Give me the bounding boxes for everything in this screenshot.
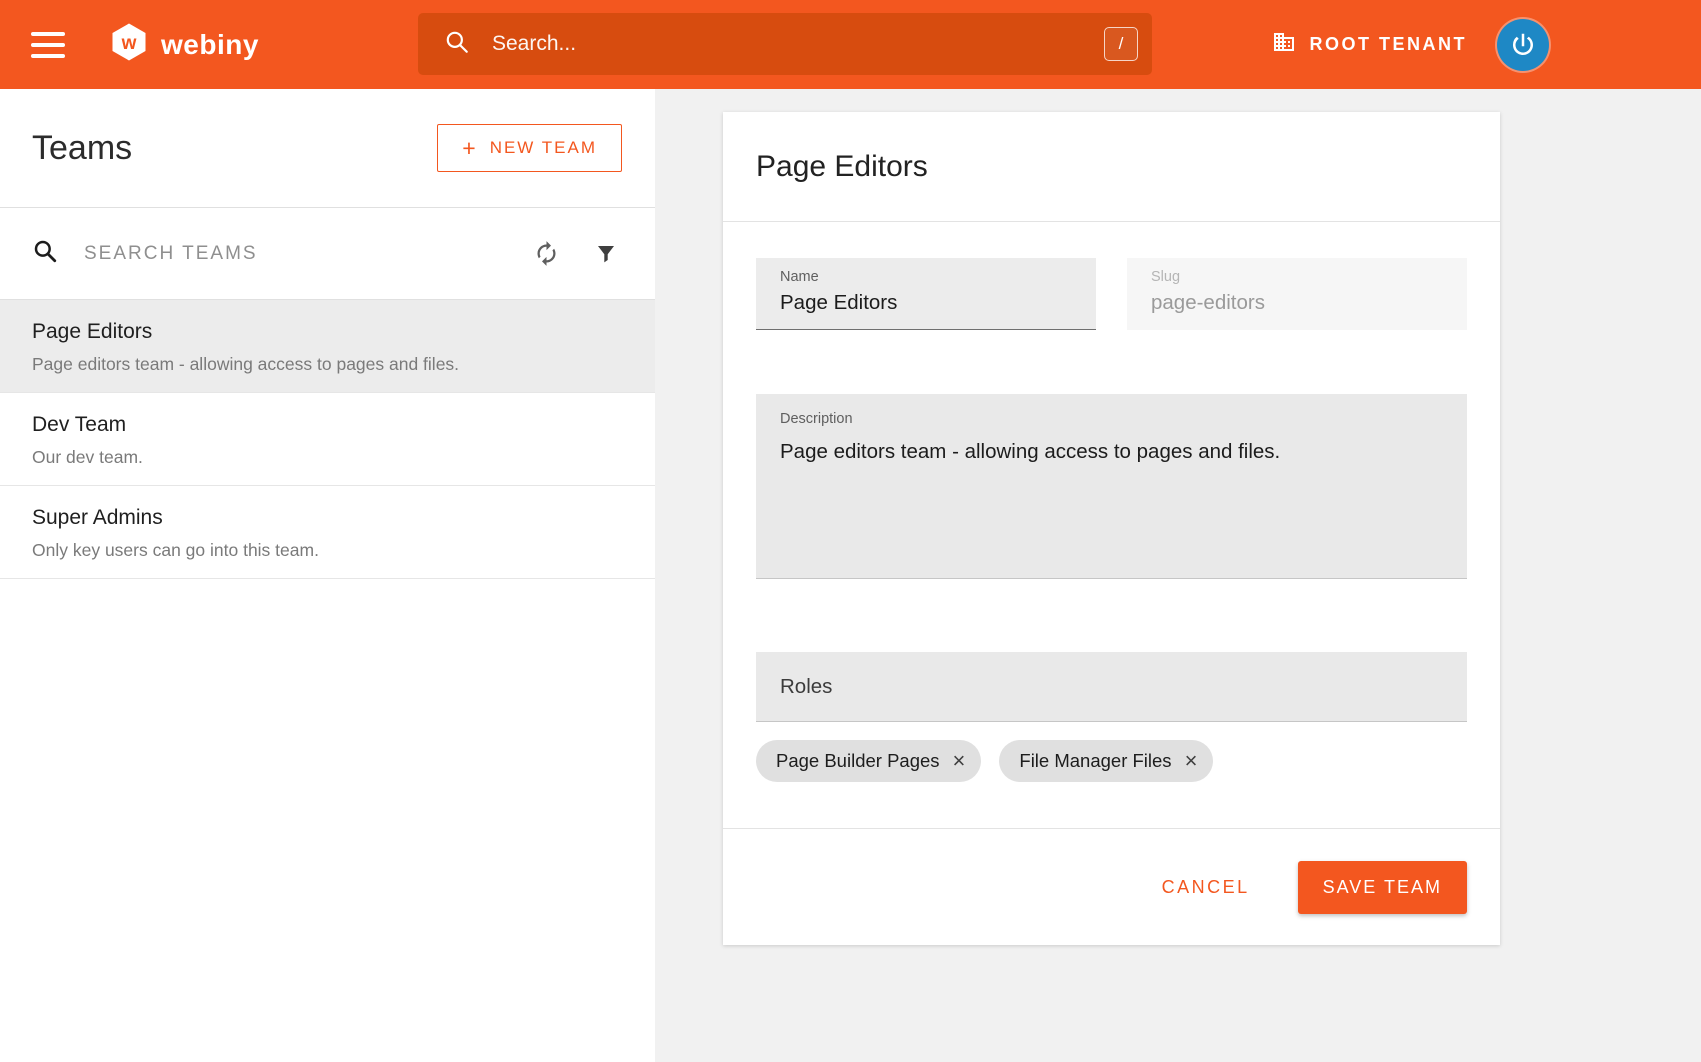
refresh-icon — [533, 240, 560, 267]
webiny-logo: w webiny — [109, 22, 259, 67]
name-field-label: Name — [756, 258, 1096, 285]
team-form-title: Page Editors — [756, 150, 928, 184]
user-avatar[interactable] — [1497, 19, 1549, 71]
plus-icon: + — [462, 140, 477, 157]
tenant-building-icon — [1272, 30, 1296, 59]
menu-icon[interactable] — [31, 32, 65, 58]
filter-icon — [594, 242, 618, 266]
chip-label: Page Builder Pages — [776, 750, 940, 772]
search-shortcut-hint: / — [1104, 27, 1138, 61]
save-team-button[interactable]: SAVE TEAM — [1298, 861, 1467, 914]
team-name: Dev Team — [32, 413, 623, 437]
slug-field-value: page-editors — [1127, 285, 1467, 329]
roles-chips: Page Builder Pages × File Manager Files … — [756, 740, 1467, 782]
team-list-item-super-admins[interactable]: Super Admins Only key users can go into … — [0, 486, 655, 579]
chip-label: File Manager Files — [1019, 750, 1171, 772]
team-name: Super Admins — [32, 506, 623, 530]
name-field[interactable]: Name Page Editors — [756, 258, 1096, 330]
roles-field-label: Roles — [780, 675, 832, 699]
team-form-card: Page Editors Name Page Editors Slug page… — [723, 112, 1500, 945]
cancel-button[interactable]: CANCEL — [1162, 877, 1250, 898]
chip-remove-icon[interactable]: × — [953, 750, 966, 772]
team-description: Only key users can go into this team. — [32, 540, 623, 561]
description-field-value: Page editors team - allowing access to p… — [756, 427, 1467, 478]
search-teams-placeholder: SEARCH TEAMS — [84, 243, 499, 265]
team-list: Page Editors Page editors team - allowin… — [0, 300, 655, 579]
role-chip-page-builder-pages: Page Builder Pages × — [756, 740, 981, 782]
role-chip-file-manager-files: File Manager Files × — [999, 740, 1213, 782]
team-name: Page Editors — [32, 320, 623, 344]
chip-remove-icon[interactable]: × — [1185, 750, 1198, 772]
page-title: Teams — [32, 129, 132, 168]
team-list-item-dev-team[interactable]: Dev Team Our dev team. — [0, 393, 655, 486]
tenant-selector[interactable]: ROOT TENANT — [1272, 30, 1468, 59]
tenant-label: ROOT TENANT — [1310, 34, 1468, 55]
slug-field: Slug page-editors — [1127, 258, 1467, 330]
svg-text:w: w — [121, 33, 137, 54]
slug-field-label: Slug — [1127, 258, 1467, 285]
team-list-item-page-editors[interactable]: Page Editors Page editors team - allowin… — [0, 300, 655, 393]
webiny-logo-text: webiny — [161, 29, 259, 61]
app-header: w webiny Search... / ROOT TENANT — [0, 0, 1701, 89]
team-description: Page editors team - allowing access to p… — [32, 354, 623, 375]
search-icon — [444, 29, 470, 60]
global-search-input[interactable]: Search... / — [418, 13, 1152, 75]
power-icon — [1508, 30, 1538, 60]
detail-area: Page Editors Name Page Editors Slug page… — [655, 89, 1701, 1062]
roles-field[interactable]: Roles — [756, 652, 1467, 722]
search-icon — [32, 238, 58, 269]
description-field[interactable]: Description Page editors team - allowing… — [756, 394, 1467, 579]
teams-panel: Teams + NEW TEAM SEARCH TEAMS — [0, 89, 655, 1062]
new-team-button-label: NEW TEAM — [490, 138, 597, 158]
filter-button[interactable] — [594, 242, 618, 266]
search-teams-input[interactable]: SEARCH TEAMS — [0, 208, 655, 300]
name-field-value: Page Editors — [756, 285, 1096, 329]
global-search-placeholder: Search... — [492, 32, 576, 56]
team-description: Our dev team. — [32, 447, 623, 468]
refresh-button[interactable] — [533, 240, 560, 267]
new-team-button[interactable]: + NEW TEAM — [437, 124, 622, 172]
description-field-label: Description — [756, 394, 1467, 427]
webiny-logo-icon: w — [109, 22, 149, 67]
